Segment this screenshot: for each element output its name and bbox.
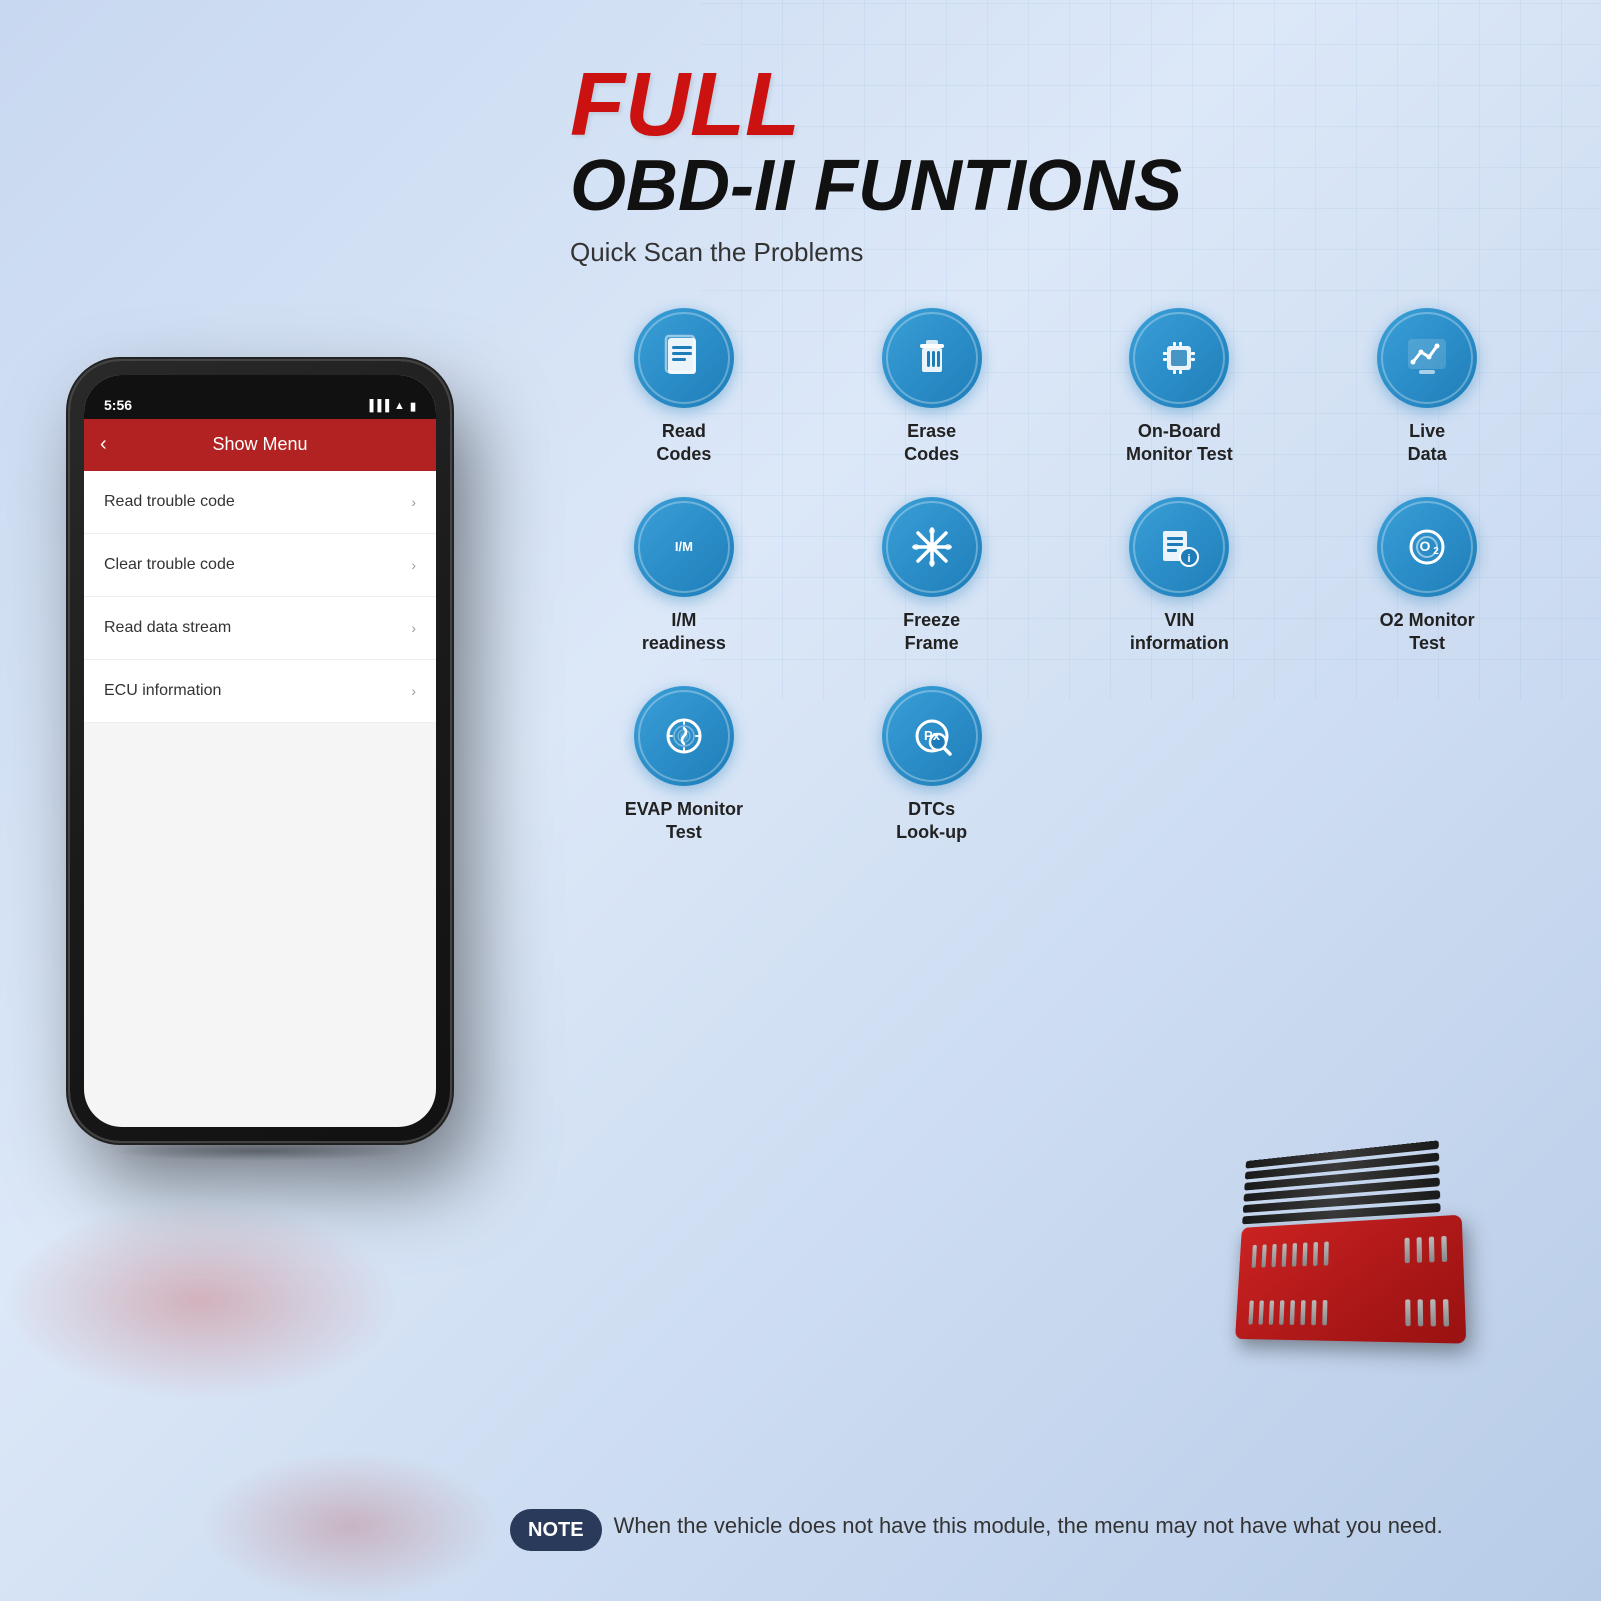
back-arrow-icon[interactable]: ‹ — [100, 433, 107, 456]
im-readiness-icon-circle: I/M — [634, 497, 734, 597]
o2-monitor-icon-circle: O 2 — [1377, 497, 1477, 597]
chip-icon — [1153, 332, 1205, 384]
svg-text:O: O — [1420, 538, 1431, 554]
menu-item-label-read-trouble: Read trouble code — [104, 493, 235, 511]
chart-icon — [1401, 332, 1453, 384]
erase-codes-icon-circle — [882, 308, 982, 408]
phone-shadow — [110, 1141, 410, 1161]
vin-icon: i — [1153, 521, 1205, 573]
o2-icon: O 2 — [1401, 521, 1453, 573]
chevron-right-icon-3: › — [411, 620, 416, 636]
menu-item-read-trouble[interactable]: Read trouble code › — [84, 471, 436, 534]
menu-item-label-ecu: ECU information — [104, 682, 221, 700]
freeze-frame-label: FreezeFrame — [903, 609, 960, 656]
feature-vin-info: i VINinformation — [1066, 497, 1294, 656]
feature-o2-monitor: O 2 O2 MonitorTest — [1313, 497, 1541, 656]
app-header: ‹ Show Menu — [84, 419, 436, 471]
note-badge: NOTE — [510, 1509, 602, 1551]
features-grid: ReadCodes EraseCodes — [570, 308, 1541, 844]
svg-text:2: 2 — [1433, 546, 1439, 557]
erase-codes-label: EraseCodes — [904, 420, 959, 467]
read-codes-label: ReadCodes — [656, 420, 711, 467]
sub-title: OBD-II FUNTIONS — [570, 150, 1541, 222]
svg-text:i: i — [1188, 553, 1191, 565]
feature-read-codes: ReadCodes — [570, 308, 798, 467]
menu-list: Read trouble code › Clear trouble code ›… — [84, 471, 436, 723]
phone-outer: 5:56 ▐▐▐ ▲ ▮ ‹ Show Menu Read trouble co… — [70, 361, 450, 1141]
feature-im-readiness: I/M I/Mreadiness — [570, 497, 798, 656]
vin-info-label: VINinformation — [1130, 609, 1229, 656]
feature-dtcs-lookup: Px DTCsLook-up — [818, 686, 1046, 845]
vin-info-icon-circle: i — [1129, 497, 1229, 597]
menu-item-data-stream[interactable]: Read data stream › — [84, 597, 436, 660]
evap-monitor-icon-circle — [634, 686, 734, 786]
on-board-icon-circle — [1129, 308, 1229, 408]
status-time: 5:56 — [104, 397, 132, 413]
feature-on-board: On-BoardMonitor Test — [1066, 308, 1294, 467]
live-data-label: LiveData — [1408, 420, 1447, 467]
menu-item-ecu-info[interactable]: ECU information › — [84, 660, 436, 723]
note-text: When the vehicle does not have this modu… — [614, 1509, 1443, 1542]
phone-wrapper: 5:56 ▐▐▐ ▲ ▮ ‹ Show Menu Read trouble co… — [70, 361, 450, 1141]
freeze-frame-icon-circle — [882, 497, 982, 597]
evap-icon — [658, 710, 710, 762]
menu-item-label-data-stream: Read data stream — [104, 619, 231, 637]
dtcs-lookup-icon-circle: Px — [882, 686, 982, 786]
dtcs-lookup-label: DTCsLook-up — [896, 798, 967, 845]
svg-text:Px: Px — [924, 728, 941, 743]
battery-icon: ▮ — [410, 400, 416, 413]
wifi-icon: ▲ — [394, 400, 405, 412]
note-section: NOTE When the vehicle does not have this… — [510, 1509, 1541, 1551]
dtcs-icon: Px — [906, 710, 958, 762]
phone-screen: 5:56 ▐▐▐ ▲ ▮ ‹ Show Menu Read trouble co… — [84, 375, 436, 1127]
snowflake-icon — [906, 521, 958, 573]
menu-item-clear-trouble[interactable]: Clear trouble code › — [84, 534, 436, 597]
chevron-right-icon-4: › — [411, 683, 416, 699]
phone-notch — [195, 375, 325, 403]
feature-live-data: LiveData — [1313, 308, 1541, 467]
o2-monitor-label: O2 MonitorTest — [1380, 609, 1475, 656]
chevron-right-icon-1: › — [411, 494, 416, 510]
im-readiness-label: I/Mreadiness — [642, 609, 726, 656]
signal-icon: ▐▐▐ — [366, 400, 389, 412]
evap-monitor-label: EVAP MonitorTest — [625, 798, 743, 845]
document-icon — [658, 332, 710, 384]
phone-section: 5:56 ▐▐▐ ▲ ▮ ‹ Show Menu Read trouble co… — [0, 0, 520, 1601]
right-section: FULL OBD-II FUNTIONS Quick Scan the Prob… — [510, 0, 1601, 1601]
status-icons: ▐▐▐ ▲ ▮ — [366, 400, 416, 413]
obd-connector-shape — [1235, 1129, 1562, 1346]
chevron-right-icon-2: › — [411, 557, 416, 573]
live-data-icon-circle — [1377, 308, 1477, 408]
menu-item-label-clear-trouble: Clear trouble code — [104, 556, 235, 574]
feature-evap-monitor: EVAP MonitorTest — [570, 686, 798, 845]
read-codes-icon-circle — [634, 308, 734, 408]
app-header-title: Show Menu — [212, 434, 307, 455]
feature-freeze-frame: FreezeFrame — [818, 497, 1046, 656]
subtitle-desc: Quick Scan the Problems — [570, 237, 1541, 268]
im-icon-text: I/M — [675, 539, 693, 555]
obd-connector-area — [1221, 1141, 1541, 1401]
trash-icon — [906, 332, 958, 384]
main-title: FULL — [570, 60, 1541, 150]
on-board-label: On-BoardMonitor Test — [1126, 420, 1233, 467]
feature-erase-codes: EraseCodes — [818, 308, 1046, 467]
